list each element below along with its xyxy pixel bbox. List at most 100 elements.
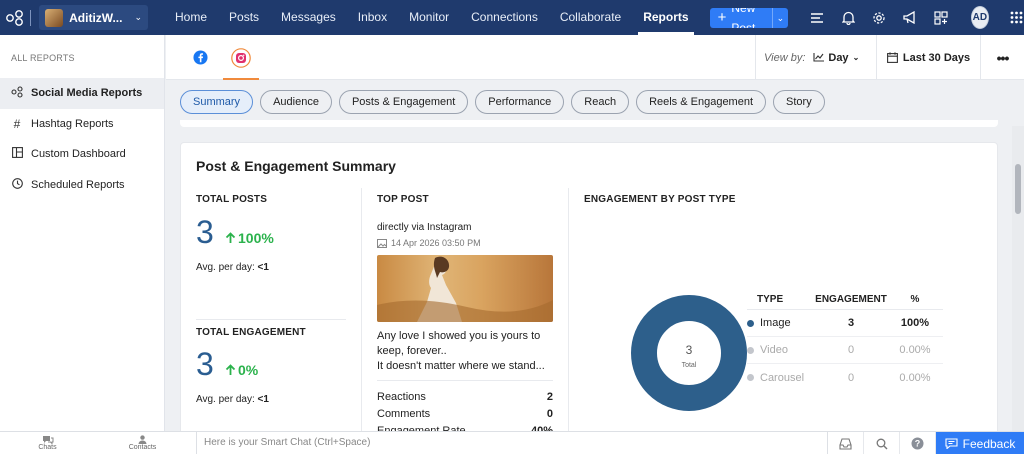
- table-row[interactable]: Image 3 100%: [747, 310, 943, 337]
- sidebar-item-scheduled-reports[interactable]: Scheduled Reports: [0, 170, 164, 201]
- tab-facebook[interactable]: [180, 35, 220, 80]
- view-by-select[interactable]: Day ⌄: [813, 52, 859, 64]
- stat-reactions: Reactions 2: [377, 391, 553, 403]
- vertical-scrollbar[interactable]: [1012, 126, 1024, 431]
- help-icon[interactable]: ?: [900, 432, 936, 454]
- tab-audience[interactable]: Audience: [260, 90, 332, 114]
- hashtag-icon: #: [13, 116, 21, 131]
- total-engagement-value: 3: [196, 346, 214, 382]
- gear-icon[interactable]: [864, 0, 895, 35]
- nav-monitor[interactable]: Monitor: [398, 0, 460, 35]
- new-post-label: New Post: [731, 7, 756, 28]
- engagement-donut-chart: 3 Total: [631, 295, 747, 411]
- row-type: Carousel: [760, 371, 805, 384]
- tab-posts-engagement[interactable]: Posts & Engagement: [338, 90, 469, 114]
- nav-posts[interactable]: Posts: [218, 0, 270, 35]
- section-divider: [196, 319, 346, 320]
- top-post-image[interactable]: [377, 255, 553, 322]
- tab-story[interactable]: Story: [773, 90, 825, 114]
- stat-value: 2: [546, 391, 553, 403]
- tab-instagram[interactable]: [221, 35, 261, 80]
- sidebar-item-label: Hashtag Reports: [31, 117, 114, 130]
- contact-icon: [138, 435, 147, 444]
- brand-name: AditizW...: [69, 10, 123, 25]
- chevron-down-icon: ⌄: [852, 53, 860, 62]
- report-tabs: Summary Audience Posts & Engagement Perf…: [180, 90, 825, 114]
- nav-collaborate[interactable]: Collaborate: [549, 0, 632, 35]
- instagram-icon: [231, 47, 251, 68]
- apps-add-icon[interactable]: [926, 0, 957, 35]
- avg-value: <1: [257, 394, 269, 405]
- contacts-button[interactable]: Contacts: [95, 432, 190, 454]
- avg-label: Avg. per day:: [196, 394, 255, 405]
- brand-switcher[interactable]: AditizW... ⌄: [39, 5, 149, 30]
- tab-reels-engagement[interactable]: Reels & Engagement: [636, 90, 767, 114]
- more-options-icon[interactable]: •••: [980, 35, 1024, 80]
- header-type: TYPE: [757, 294, 784, 305]
- search-icon[interactable]: [864, 432, 900, 454]
- tab-summary[interactable]: Summary: [180, 90, 254, 114]
- nav-home[interactable]: Home: [164, 0, 218, 35]
- contacts-label: Contacts: [128, 444, 157, 451]
- network-icon: [11, 86, 23, 101]
- app-logo-icon[interactable]: [0, 0, 30, 35]
- row-type: Video: [760, 344, 788, 356]
- nav-connections[interactable]: Connections: [460, 0, 549, 35]
- tab-reach[interactable]: Reach: [571, 90, 630, 114]
- engagement-by-type-label: ENGAGEMENT BY POST TYPE: [584, 194, 736, 205]
- nav-inbox[interactable]: Inbox: [347, 0, 398, 35]
- nav-reports[interactable]: Reports: [632, 0, 699, 35]
- header-percent: %: [910, 294, 920, 305]
- table-row[interactable]: Video 0 0.00%: [747, 337, 943, 364]
- app-grid-icon[interactable]: [1009, 8, 1024, 28]
- total-posts-label: TOTAL POSTS: [196, 194, 268, 205]
- feedback-button[interactable]: Feedback: [936, 432, 1024, 454]
- new-post-button-group: + New Post ⌄: [709, 7, 788, 28]
- top-post-date-value: 14 Apr 2026 03:50 PM: [391, 238, 481, 248]
- new-post-dropdown-button[interactable]: ⌄: [771, 7, 788, 28]
- column-divider: [361, 188, 362, 441]
- chats-button[interactable]: Chats: [0, 432, 95, 454]
- legend-dot: [747, 319, 754, 327]
- table-row[interactable]: Carousel 0 0.00%: [747, 364, 943, 391]
- arrow-up-icon: [225, 232, 236, 243]
- section-divider: [377, 380, 553, 381]
- sidebar-item-social-media-reports[interactable]: Social Media Reports: [0, 78, 164, 109]
- chats-label: Chats: [38, 444, 57, 451]
- svg-text:?: ?: [915, 439, 921, 449]
- top-post-caption: Any love I showed you is yours to keep, …: [377, 329, 557, 374]
- bell-icon[interactable]: [833, 0, 864, 35]
- tab-performance[interactable]: Performance: [475, 90, 565, 114]
- toolbar-icons: [802, 0, 957, 35]
- nav-messages[interactable]: Messages: [270, 0, 347, 35]
- view-by-control[interactable]: View by: Day ⌄: [755, 35, 859, 80]
- date-range-value: Last 30 Days: [902, 51, 971, 64]
- menu-lines-icon[interactable]: [802, 0, 833, 35]
- chat-icon: [42, 436, 53, 444]
- caption-line: It doesn't matter where we stand...: [377, 360, 545, 372]
- post-engagement-summary-card: Post & Engagement Summary TOTAL POSTS 3 …: [180, 142, 998, 442]
- bottom-bar: Chats Contacts Here is your Smart Chat (…: [0, 431, 1024, 454]
- total-posts-growth: 100%: [225, 230, 274, 246]
- caption-line: Any love I showed you is yours to: [377, 330, 541, 342]
- row-engagement: 0: [847, 371, 855, 384]
- inbox-tray-icon[interactable]: [828, 432, 864, 454]
- report-subheader: View by: Day ⌄ Last 30 Days •••: [166, 35, 1024, 80]
- row-type: Image: [760, 317, 791, 329]
- date-range-picker[interactable]: Last 30 Days: [876, 35, 980, 80]
- donut-total-value: 3: [686, 343, 693, 357]
- donut-total-label: Total: [682, 362, 697, 369]
- user-avatar[interactable]: AD: [970, 6, 989, 29]
- total-engagement-growth: 0%: [225, 362, 258, 378]
- top-post-source: directly via Instagram: [377, 222, 472, 233]
- new-post-button[interactable]: + New Post: [710, 8, 772, 28]
- line-chart-icon: [813, 53, 825, 62]
- scrollbar-thumb[interactable]: [1015, 164, 1021, 214]
- sidebar-item-hashtag-reports[interactable]: # Hashtag Reports: [0, 109, 164, 140]
- chevron-down-icon: ⌄: [134, 12, 143, 22]
- stat-comments: Comments 0: [377, 408, 553, 420]
- megaphone-icon[interactable]: [895, 0, 926, 35]
- sidebar-item-custom-dashboard[interactable]: Custom Dashboard: [0, 139, 164, 170]
- smart-chat-input[interactable]: Here is your Smart Chat (Ctrl+Space): [196, 432, 828, 454]
- feedback-label: Feedback: [962, 436, 1016, 451]
